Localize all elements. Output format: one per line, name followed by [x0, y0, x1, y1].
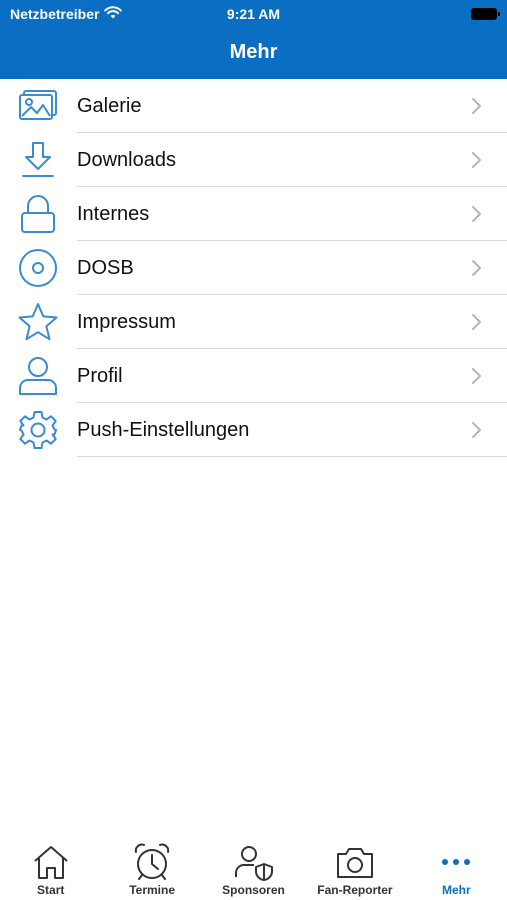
tab-sponsoren[interactable]: Sponsoren — [203, 836, 304, 900]
page-title: Mehr — [229, 41, 278, 63]
menu-item-label: DOSB — [77, 257, 134, 279]
menu-item-profil[interactable]: Profil — [0, 349, 507, 403]
tab-label: Fan-Reporter — [317, 883, 393, 897]
gallery-icon — [17, 85, 59, 127]
star-icon — [17, 301, 59, 343]
chevron-right-icon — [471, 259, 483, 277]
status-time: 9:21 AM — [226, 6, 281, 22]
menu-item-label: Profil — [77, 365, 123, 387]
chevron-right-icon — [471, 151, 483, 169]
user-icon — [17, 355, 59, 397]
gear-icon — [17, 409, 59, 451]
more-dots-icon — [436, 842, 476, 882]
menu-item-dosb[interactable]: DOSB — [0, 241, 507, 295]
more-menu-list: Galerie Downloads Internes DOSB Impressu… — [0, 79, 507, 457]
menu-item-label: Push-Einstellungen — [77, 419, 250, 441]
disc-icon — [17, 247, 59, 289]
tab-bar: Start Termine Sponsoren Fan-Reporter Meh… — [0, 836, 507, 900]
chevron-right-icon — [471, 421, 483, 439]
alarm-clock-icon — [132, 842, 172, 882]
chevron-right-icon — [471, 97, 483, 115]
menu-item-label: Impressum — [77, 311, 176, 333]
menu-item-label: Galerie — [77, 95, 142, 117]
separator — [77, 456, 507, 457]
chevron-right-icon — [471, 367, 483, 385]
home-icon — [31, 842, 71, 882]
battery-icon — [471, 8, 500, 20]
tab-label: Mehr — [441, 883, 471, 897]
menu-item-label: Downloads — [77, 149, 176, 171]
menu-item-downloads[interactable]: Downloads — [0, 133, 507, 187]
camera-icon — [335, 842, 375, 882]
tab-label: Sponsoren — [222, 883, 285, 897]
menu-item-impressum[interactable]: Impressum — [0, 295, 507, 349]
tab-fan-reporter[interactable]: Fan-Reporter — [304, 836, 405, 900]
tab-mehr[interactable]: Mehr — [406, 836, 507, 900]
lock-icon — [17, 193, 59, 235]
chevron-right-icon — [471, 205, 483, 223]
app-header: Netzbetreiber 9:21 AM Mehr — [0, 0, 507, 79]
status-bar: Netzbetreiber 9:21 AM — [0, 0, 507, 28]
tab-label: Start — [37, 883, 65, 897]
tab-start[interactable]: Start — [0, 836, 101, 900]
tab-label: Termine — [129, 883, 175, 897]
sponsor-user-shield-icon — [234, 842, 274, 882]
chevron-right-icon — [471, 313, 483, 331]
tab-termine[interactable]: Termine — [101, 836, 202, 900]
menu-item-galerie[interactable]: Galerie — [0, 79, 507, 133]
menu-item-push-einstellungen[interactable]: Push-Einstellungen — [0, 403, 507, 457]
menu-item-internes[interactable]: Internes — [0, 187, 507, 241]
menu-item-label: Internes — [77, 203, 150, 225]
download-icon — [17, 139, 59, 181]
